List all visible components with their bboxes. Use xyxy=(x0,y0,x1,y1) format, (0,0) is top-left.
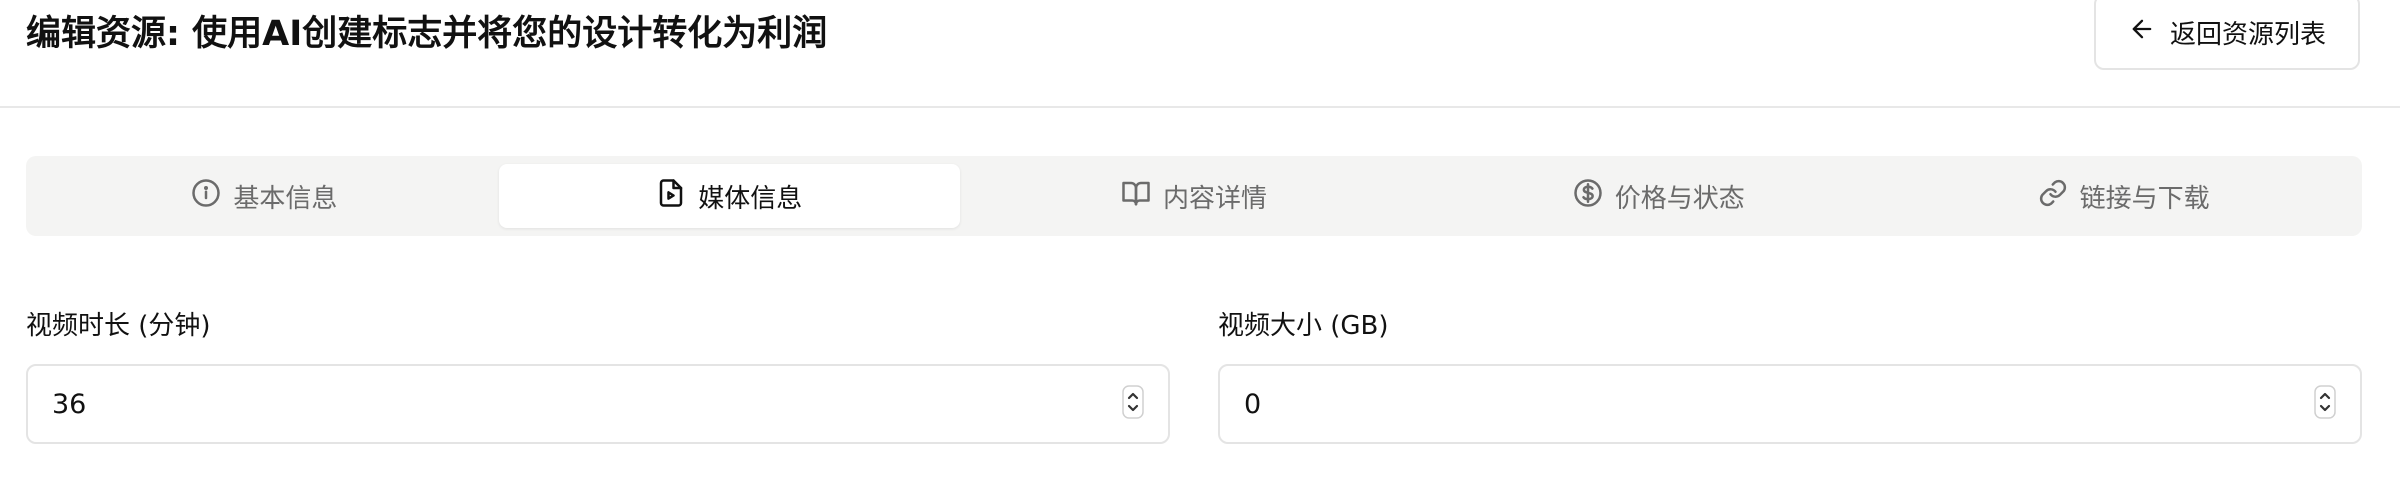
video-size-field[interactable] xyxy=(1218,364,2362,444)
dollar-circle-icon xyxy=(1573,178,1603,215)
info-icon xyxy=(191,178,221,215)
page-title: 编辑资源: 使用AI创建标志并将您的设计转化为利润 xyxy=(26,14,828,54)
tab-price-status[interactable]: 价格与状态 xyxy=(1428,164,1889,228)
arrow-left-icon xyxy=(2128,15,2156,50)
header-divider xyxy=(0,106,2400,108)
file-play-icon xyxy=(656,178,686,215)
back-button-label: 返回资源列表 xyxy=(2169,19,2326,50)
video-size-label: 视频大小 (GB) xyxy=(1218,311,1389,341)
tab-bar: 基本信息 媒体信息 内容详情 价格与状态 链接与下载 xyxy=(26,156,2362,236)
video-duration-field[interactable] xyxy=(26,364,1170,444)
tab-content-details[interactable]: 内容详情 xyxy=(964,164,1425,228)
video-size-input[interactable] xyxy=(1244,388,2314,420)
tab-links-downloads[interactable]: 链接与下载 xyxy=(1893,164,2354,228)
video-duration-input[interactable] xyxy=(52,388,1122,420)
stepper-icon[interactable] xyxy=(1122,385,1144,423)
link-icon xyxy=(2038,178,2068,215)
tab-media-info[interactable]: 媒体信息 xyxy=(498,164,960,228)
tab-label: 价格与状态 xyxy=(1614,183,1745,214)
book-open-icon xyxy=(1121,178,1151,215)
tab-label: 媒体信息 xyxy=(698,183,803,214)
tab-label: 基本信息 xyxy=(233,183,338,214)
back-to-list-button[interactable]: 返回资源列表 xyxy=(2094,0,2360,70)
tab-label: 内容详情 xyxy=(1162,183,1267,214)
stepper-icon[interactable] xyxy=(2314,385,2336,423)
tab-basic-info[interactable]: 基本信息 xyxy=(34,164,495,228)
tab-label: 链接与下载 xyxy=(2079,183,2210,214)
video-duration-label: 视频时长 (分钟) xyxy=(26,311,211,341)
